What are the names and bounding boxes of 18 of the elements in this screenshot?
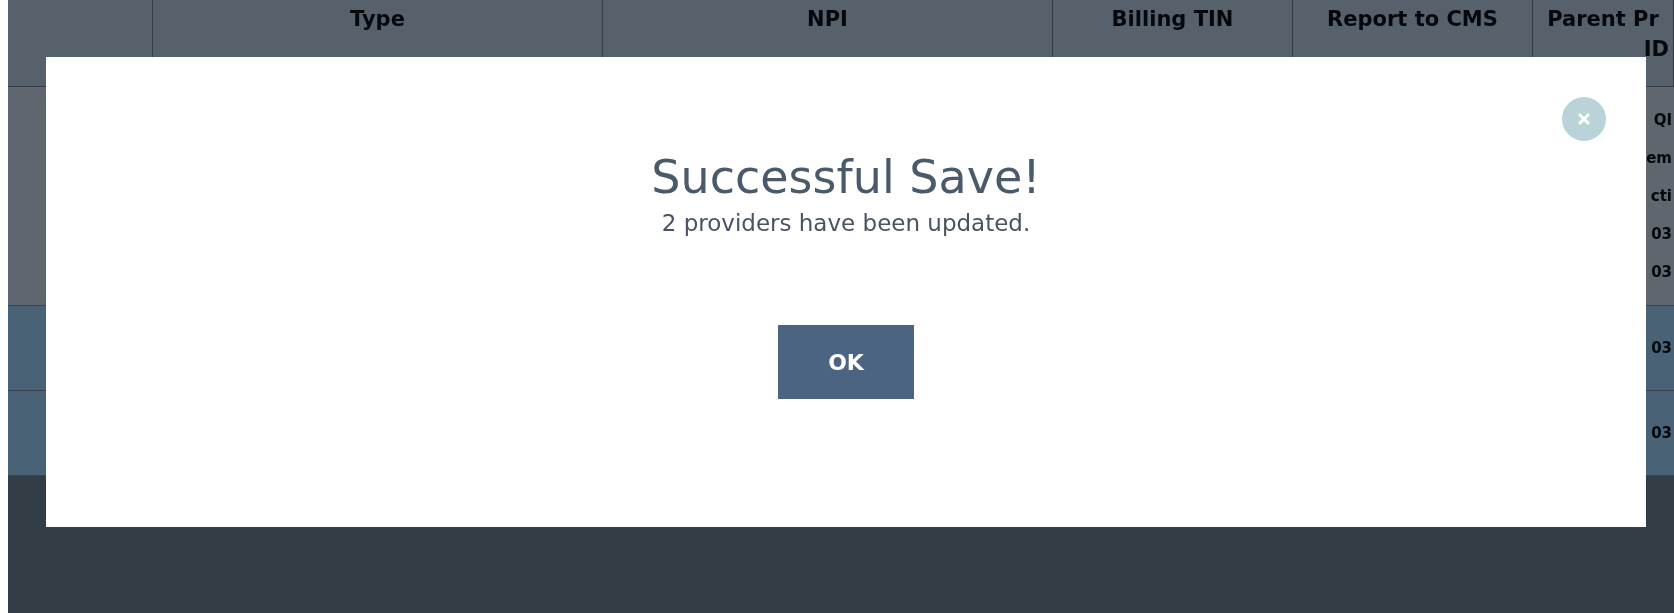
table-cell-text: QI [1653,110,1672,131]
table-cell-text: 03 [1651,262,1672,283]
dialog-title: Successful Save! [651,149,1041,206]
column-header: Report to CMS [1327,6,1498,33]
column-header: Type [350,6,405,33]
column-header: NPI [807,6,848,33]
table-cell-text: cti [1650,186,1672,207]
table-cell-text: em [1646,148,1672,169]
close-button[interactable] [1562,97,1606,141]
dialog-message: 2 providers have been updated. [661,209,1031,238]
column-header: ID [1643,36,1670,63]
table-cell-text: 03 [1651,423,1672,444]
column-header: Billing TIN [1111,6,1234,33]
column-header: Parent Pr [1547,6,1659,33]
close-icon [1578,113,1590,125]
ok-button[interactable]: OK [778,325,914,399]
table-cell-text: 03 [1651,224,1672,245]
table-cell-text: 03 [1651,338,1672,359]
